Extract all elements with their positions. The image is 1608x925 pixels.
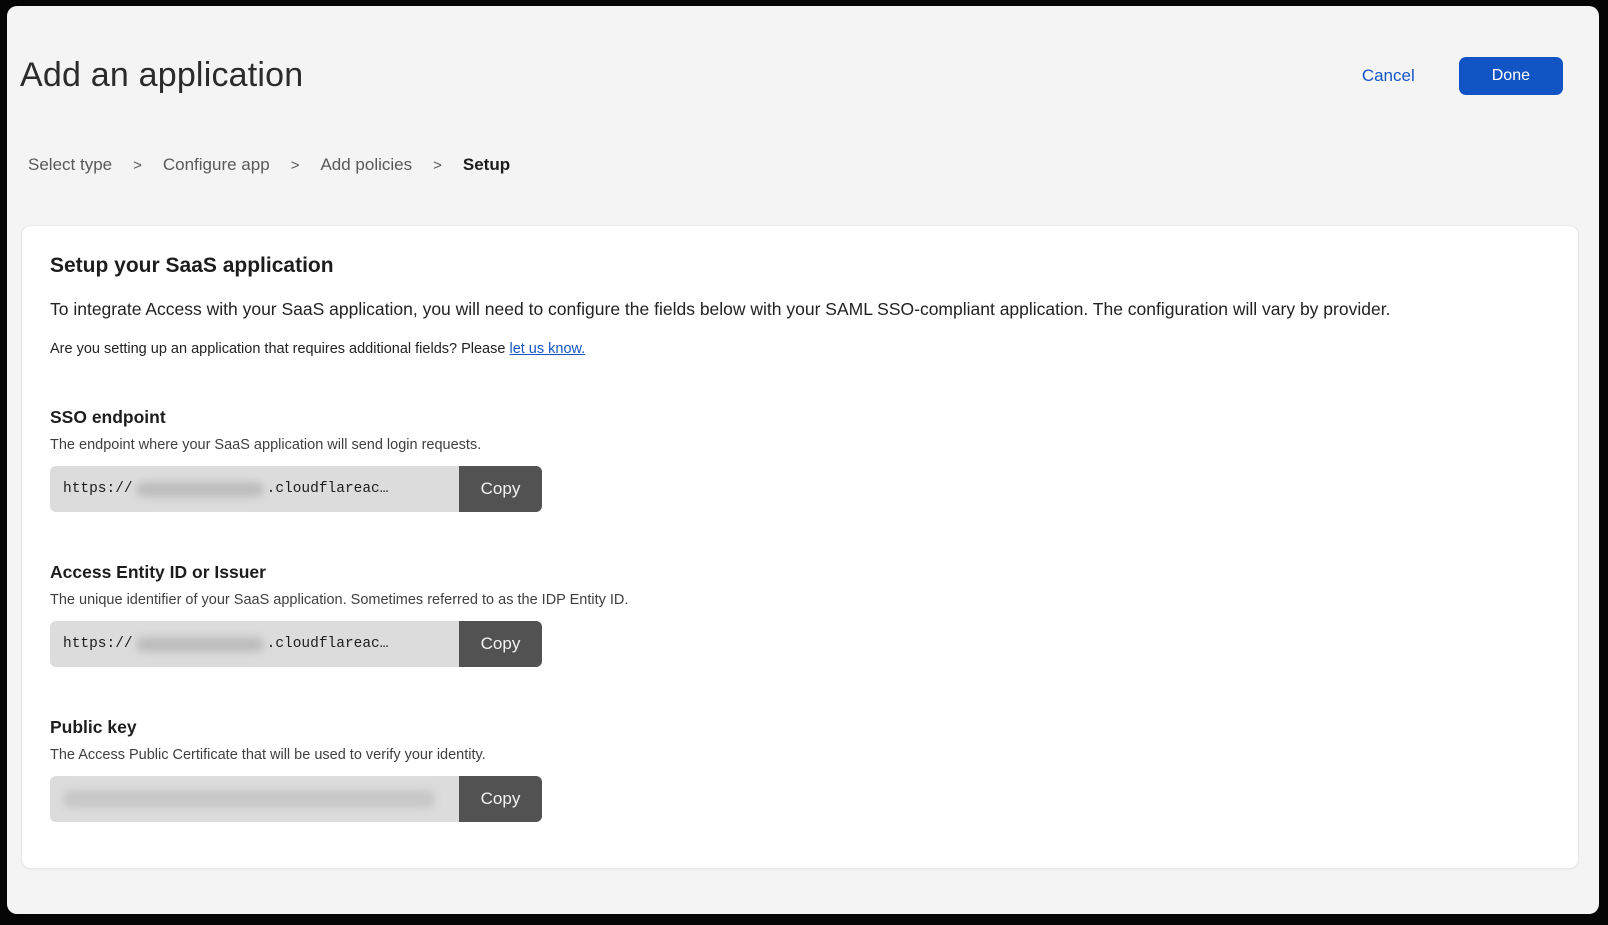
field-sso-endpoint: SSO endpoint The endpoint where your Saa… bbox=[50, 407, 1550, 512]
field-access-entity-id: Access Entity ID or Issuer The unique id… bbox=[50, 562, 1550, 667]
field-description: The Access Public Certificate that will … bbox=[50, 747, 1550, 763]
cancel-button[interactable]: Cancel bbox=[1362, 66, 1415, 86]
field-value-row: https:// .cloudflareac… Copy bbox=[50, 621, 542, 667]
public-key-value bbox=[50, 776, 459, 822]
copy-button-sso-endpoint[interactable]: Copy bbox=[459, 466, 542, 512]
redacted-value bbox=[136, 482, 264, 497]
setup-card: Setup your SaaS application To integrate… bbox=[21, 225, 1579, 869]
breadcrumb-step-setup: Setup bbox=[463, 155, 510, 175]
breadcrumb: Select type > Configure app > Add polici… bbox=[28, 155, 1599, 175]
copy-button-access-entity-id[interactable]: Copy bbox=[459, 621, 542, 667]
field-label: SSO endpoint bbox=[50, 407, 1550, 428]
breadcrumb-step-add-policies[interactable]: Add policies bbox=[320, 155, 412, 175]
breadcrumb-step-select-type[interactable]: Select type bbox=[28, 155, 112, 175]
redacted-value bbox=[63, 790, 435, 808]
breadcrumb-separator: > bbox=[133, 157, 142, 174]
page-header: Add an application Cancel Done bbox=[20, 56, 1563, 95]
value-suffix: .cloudflareac… bbox=[267, 481, 389, 497]
value-prefix: https:// bbox=[63, 636, 133, 652]
redacted-value bbox=[136, 637, 264, 652]
access-entity-id-value: https:// .cloudflareac… bbox=[50, 621, 459, 667]
card-intro-text: To integrate Access with your SaaS appli… bbox=[50, 299, 1550, 320]
breadcrumb-separator: > bbox=[433, 157, 442, 174]
field-value-row: Copy bbox=[50, 776, 542, 822]
field-description: The unique identifier of your SaaS appli… bbox=[50, 592, 1550, 608]
card-heading: Setup your SaaS application bbox=[50, 254, 1550, 278]
sso-endpoint-value: https:// .cloudflareac… bbox=[50, 466, 459, 512]
app-window: Add an application Cancel Done Select ty… bbox=[7, 6, 1599, 914]
card-note-text: Are you setting up an application that r… bbox=[50, 341, 509, 357]
done-button[interactable]: Done bbox=[1459, 57, 1563, 95]
field-label: Access Entity ID or Issuer bbox=[50, 562, 1550, 583]
breadcrumb-separator: > bbox=[291, 157, 300, 174]
field-value-row: https:// .cloudflareac… Copy bbox=[50, 466, 542, 512]
let-us-know-link[interactable]: let us know. bbox=[509, 341, 585, 357]
breadcrumb-step-configure-app[interactable]: Configure app bbox=[163, 155, 270, 175]
header-actions: Cancel Done bbox=[1362, 57, 1563, 95]
field-description: The endpoint where your SaaS application… bbox=[50, 437, 1550, 453]
copy-button-public-key[interactable]: Copy bbox=[459, 776, 542, 822]
value-suffix: .cloudflareac… bbox=[267, 636, 389, 652]
field-label: Public key bbox=[50, 717, 1550, 738]
value-prefix: https:// bbox=[63, 481, 133, 497]
field-public-key: Public key The Access Public Certificate… bbox=[50, 717, 1550, 822]
page-title: Add an application bbox=[20, 56, 303, 95]
card-note: Are you setting up an application that r… bbox=[50, 341, 1550, 357]
